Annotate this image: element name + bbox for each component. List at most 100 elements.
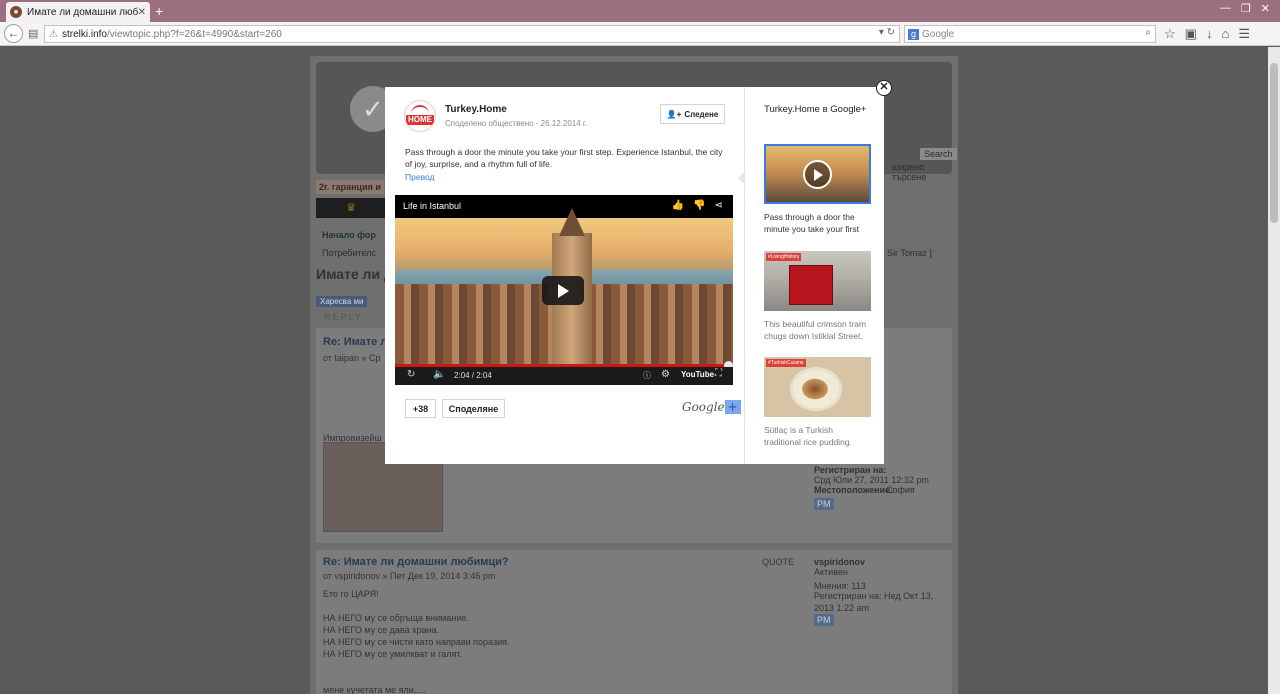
window-controls: — ❐ ✕ [1220,2,1270,15]
pointer-arrow [738,171,745,185]
post-2-line-4: НА НЕГО му се чисти като направи поразия… [323,637,510,647]
crown-bar: ♛ [316,198,386,218]
hashtag-badge: #TurkishCuisine [766,359,806,367]
follow-button[interactable]: 👤+ Следене [660,104,725,124]
google-engine-icon[interactable]: g [908,28,919,40]
search-icon[interactable]: ⌕ [1145,27,1151,38]
pm-button-2[interactable]: PM [814,614,834,626]
close-modal-icon[interactable]: ✕ [876,80,892,96]
site-favicon-icon: ● [10,6,22,18]
replay-icon[interactable]: ↻ [407,369,415,380]
card-thumbnail: #LivingHistory [764,251,871,311]
thumbs-up-icon[interactable]: 👍 [672,200,684,211]
gear-icon[interactable]: ⚙ [661,369,670,380]
post-1-title[interactable]: Re: Имате л [323,336,387,348]
play-circle-icon [803,160,832,189]
card-caption: This beautiful crimson tram chugs down I… [764,319,867,341]
video-time: 2:04 / 2:04 [454,371,492,380]
video-tower-roof [559,208,585,236]
page-scrollbar[interactable] [1268,47,1280,694]
restore-icon[interactable]: ❐ [1241,2,1251,15]
volume-icon[interactable]: 🔈 [433,369,445,380]
post-2: Re: Имате ли домашни любимци? от vspirid… [316,550,952,694]
scrollbar-thumb[interactable] [1270,63,1278,223]
logo-roof-shape [411,105,429,114]
translate-link[interactable]: Превод [405,172,434,182]
related-post-card-3[interactable]: #TurkishCuisine Sütlaç is a Turkish trad… [764,357,871,448]
author-name[interactable]: Turkey.Home [445,104,507,115]
follow-label: Следене [684,109,719,119]
hashtag-badge: #LivingHistory [766,253,802,261]
card-thumbnail [764,144,871,204]
modal-divider [744,87,745,464]
back-arrow-icon[interactable]: ← [4,24,23,43]
video-title[interactable]: Life in Istanbul [403,201,461,211]
thumbs-down-icon[interactable]: 👎 [693,200,705,211]
youtube-logo[interactable]: YouTube [681,370,714,379]
new-tab-icon[interactable]: + [155,4,163,18]
video-controls: ↻ 🔈 2:04 / 2:04 ⓘ ⚙ YouTube ⛶ [395,367,733,385]
navigation-bar: ← ▤ ⚠ strelki.info/viewtopic.php?f=26&t=… [0,22,1280,46]
google-plus-logo[interactable]: Google + [682,400,741,414]
browser-tab[interactable]: ● Имате ли домашни люби... ✕ [6,2,150,22]
post-2-line-2: НА НЕГО му се обръща внимание. [323,613,469,623]
share-button[interactable]: Споделяне [442,399,505,418]
google-word: Google [682,400,725,414]
plus-one-button[interactable]: +38 [405,399,436,418]
like-button[interactable]: Харесва ми [316,296,368,307]
card-caption: Pass through a door the minute you take … [764,212,859,234]
download-icon[interactable]: ↓ [1206,26,1213,42]
fullscreen-icon[interactable]: ⛶ [715,368,722,379]
video-top-icons: 👍 👎 ⋖ [672,200,723,211]
post-1-meta: от taipan » Ср [323,353,381,363]
warning-icon: ⚠ [49,28,58,40]
tab-title: Имате ли домашни люби... [27,6,138,18]
reload-icon[interactable]: ▾ ↻ [879,27,895,38]
url-path: /viewtopic.php?f=26&t=4990&start=260 [106,28,282,40]
pm-button[interactable]: PM [814,498,834,510]
search-box[interactable]: g Google ⌕ [904,25,1156,43]
post-2-reg: Регистриран на: Нед Окт 13, 2013 1:22 am [814,591,934,613]
play-icon [557,283,569,298]
post-text: Pass through a door the minute you take … [405,147,723,169]
search-placeholder: Google [922,28,955,40]
avatar[interactable]: HOME [404,100,436,132]
play-button[interactable] [542,276,584,305]
bookmark-star-icon[interactable]: ☆ [1164,26,1176,42]
reply-button[interactable]: REPLY [324,312,363,322]
sidebar-title[interactable]: Turkey.Home в Google+ [764,104,866,115]
clipboard-icon[interactable]: ▣ [1185,26,1197,42]
tab-strip: ● Имате ли домашни люби... ✕ + — ❐ ✕ [0,0,1280,22]
advanced-search-link[interactable]: ширено търсене [892,162,952,182]
close-tab-icon[interactable]: ✕ [138,7,146,18]
post-2-line-5: НА НЕГО му се умилкват и галят. [323,649,462,659]
page-icon[interactable]: ▤ [28,27,38,40]
users-link[interactable]: Потребителс [322,248,376,258]
share-icon[interactable]: ⋖ [715,200,723,211]
minimize-icon[interactable]: — [1220,2,1231,15]
pudding-shape [800,377,830,401]
add-person-icon: 👤+ [666,109,682,119]
card-caption: Sütlaç is a Turkish traditional rice pud… [764,425,852,447]
post-1-loc-value: София [886,485,915,495]
gplus-post-modal: HOME Turkey.Home Споделено обществено - … [385,87,884,464]
post-2-line-3: НА НЕГО му се дава храна. [323,625,440,635]
post-2-rank: Активен [814,567,848,577]
post-meta: Споделено обществено - 26.12.2014 г. [445,119,588,128]
search-button[interactable]: Search [920,148,957,160]
quote-button[interactable]: QUOTE [762,556,794,568]
close-window-icon[interactable]: ✕ [1261,2,1270,15]
video-player[interactable]: Life in Istanbul 👍 👎 ⋖ ↻ 🔈 2:04 / 2:04 ⓘ… [395,195,733,385]
forum-home-link[interactable]: Начало фор [322,230,376,240]
post-2-line-6: мене кучетата ме яли..... [323,685,427,694]
home-icon[interactable]: ⌂ [1221,26,1229,42]
post-2-meta: от vspiridonov » Пет Дек 19, 2014 3:46 p… [323,571,496,581]
menu-icon[interactable]: ☰ [1238,26,1250,42]
toolbar-icons: ☆ ▣ ↓ ⌂ ☰ [1164,26,1250,42]
info-icon[interactable]: ⓘ [643,370,651,381]
post-2-title[interactable]: Re: Имате ли домашни любимци? [323,556,509,568]
related-post-card-2[interactable]: #LivingHistory This beautiful crimson tr… [764,251,871,342]
address-bar[interactable]: ⚠ strelki.info/viewtopic.php?f=26&t=4990… [44,25,900,43]
related-post-card-1[interactable]: Pass through a door the minute you take … [764,144,871,235]
plus-mark: + [724,400,741,414]
